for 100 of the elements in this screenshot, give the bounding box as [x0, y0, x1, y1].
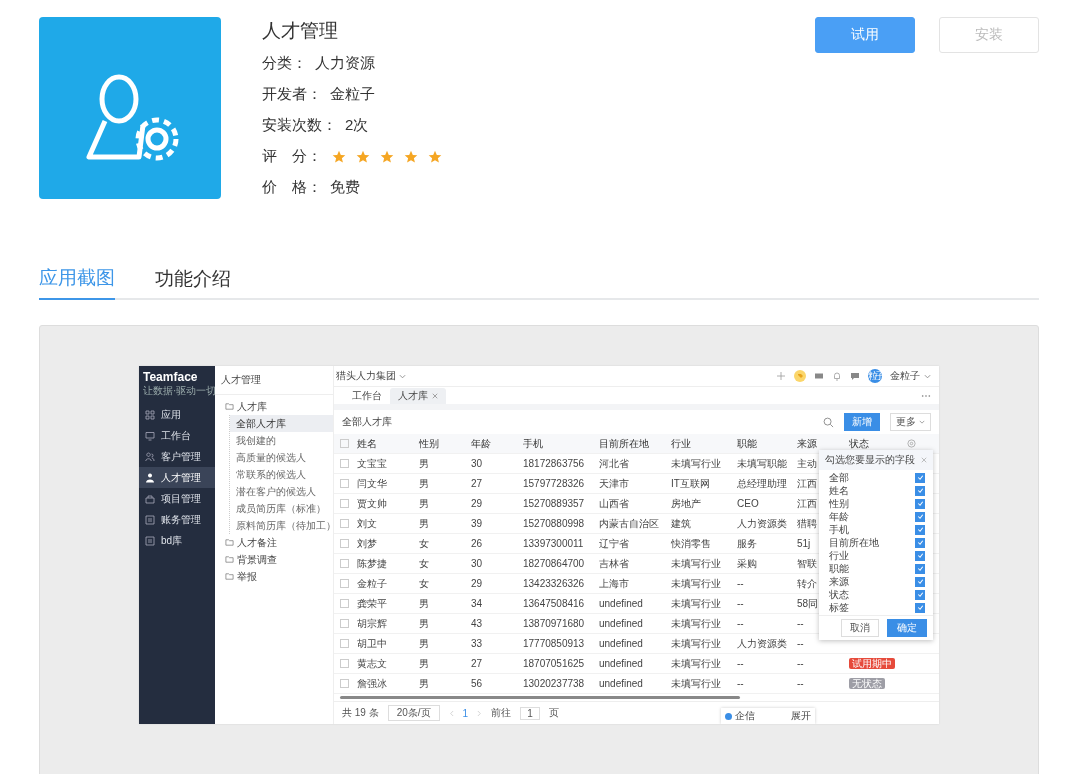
checkbox[interactable]	[915, 524, 925, 535]
app-icon	[39, 17, 221, 199]
checkbox[interactable]	[340, 659, 349, 668]
column-header[interactable]: 状态	[847, 436, 907, 451]
search-icon[interactable]	[823, 416, 834, 428]
checkbox[interactable]	[915, 472, 925, 483]
prev-icon[interactable]	[448, 709, 454, 717]
table-cell: 总经理助理	[737, 477, 787, 489]
column-header[interactable]: 手机	[521, 436, 597, 451]
table-cell: 29	[471, 498, 483, 509]
close-icon[interactable]	[432, 393, 438, 399]
table-cell: 未填写行业	[671, 677, 721, 689]
checkbox[interactable]	[915, 589, 925, 600]
tree-item[interactable]: 人才库	[215, 398, 333, 415]
settings-icon[interactable]	[907, 439, 916, 448]
tree-item[interactable]: 我创建的	[230, 432, 333, 449]
checkbox[interactable]	[340, 439, 349, 448]
table-cell: 29	[471, 578, 483, 589]
expand-toggle[interactable]: 展开	[791, 709, 811, 723]
table-cell: 服务	[737, 537, 757, 549]
checkbox[interactable]	[915, 498, 925, 509]
plus-icon[interactable]	[776, 371, 786, 381]
field-value: 人力资源	[315, 54, 375, 73]
table-cell: --	[737, 578, 744, 589]
nav-item[interactable]: bd库	[139, 530, 215, 551]
chat-icon[interactable]	[850, 371, 860, 381]
column-header[interactable]: 目前所在地	[597, 436, 669, 451]
checkbox[interactable]	[340, 479, 349, 488]
nav-item[interactable]: 人才管理	[139, 467, 215, 488]
chat-bar[interactable]: 企信 展开	[721, 708, 815, 724]
checkbox[interactable]	[915, 485, 925, 496]
tree-item[interactable]: 全部人才库	[230, 415, 333, 432]
checkbox[interactable]	[915, 576, 925, 587]
goto-field[interactable]: 1	[520, 706, 540, 720]
checkbox[interactable]	[340, 619, 349, 628]
mail-icon[interactable]	[814, 371, 824, 381]
tree-item[interactable]: 高质量的候选人	[230, 449, 333, 466]
checkbox[interactable]	[340, 559, 349, 568]
checkbox[interactable]	[915, 563, 925, 574]
field-label: 价 格：	[262, 178, 322, 197]
page-tab[interactable]: 工作台	[344, 388, 390, 404]
user-name[interactable]: 金粒子	[890, 369, 920, 383]
column-header[interactable]: 性别	[417, 436, 469, 451]
checkbox[interactable]	[340, 579, 349, 588]
table-cell: 主动	[797, 457, 817, 469]
nav-item[interactable]: 应用	[139, 404, 215, 425]
tree-item[interactable]: 常联系的候选人	[230, 466, 333, 483]
more-icon[interactable]	[921, 393, 931, 398]
next-icon[interactable]	[477, 709, 483, 717]
checkbox[interactable]	[915, 537, 925, 548]
table-cell: 女	[419, 577, 429, 589]
table-cell: 江西	[797, 477, 817, 489]
page-number[interactable]: 1	[462, 707, 469, 719]
tree-item[interactable]: 人才备注	[215, 534, 333, 551]
tab[interactable]: 功能介绍	[155, 258, 231, 300]
nav-item[interactable]: 项目管理	[139, 488, 215, 509]
checkbox[interactable]	[915, 511, 925, 522]
table-cell: 男	[419, 517, 429, 529]
checkbox[interactable]	[915, 602, 925, 613]
cancel-button[interactable]: 取消	[841, 619, 879, 637]
tree-item[interactable]: 潜在客户的候选人	[230, 483, 333, 500]
bell-icon[interactable]	[832, 371, 842, 381]
column-header[interactable]: 职能	[735, 436, 795, 451]
table-cell: 转介	[797, 577, 817, 589]
table-cell: 智联	[797, 557, 817, 569]
checkbox[interactable]	[340, 499, 349, 508]
doc-icon	[145, 535, 155, 546]
column-header[interactable]: 年龄	[469, 436, 521, 451]
nav-item[interactable]: 工作台	[139, 425, 215, 446]
table-cell: 内蒙古自治区	[599, 517, 659, 529]
close-icon[interactable]	[921, 457, 927, 463]
tree-item[interactable]: 背景调查	[215, 551, 333, 568]
column-header[interactable]: 来源	[795, 436, 847, 451]
checkbox[interactable]	[340, 539, 349, 548]
tree-item[interactable]: 举报	[215, 568, 333, 585]
column-header[interactable]: 行业	[669, 436, 735, 451]
checkbox[interactable]	[340, 599, 349, 608]
table-cell: 13020237738	[523, 678, 585, 689]
tree-item[interactable]: 成员简历库（标准）	[230, 500, 333, 517]
nav-item[interactable]: 客户管理	[139, 446, 215, 467]
table-cell: undefined	[599, 598, 643, 609]
table-cell: 33	[471, 638, 483, 649]
more-button[interactable]: 更多	[890, 413, 931, 431]
field-label: 评 分：	[262, 147, 322, 166]
table-cell: 男	[419, 477, 429, 489]
tag-icon[interactable]	[794, 370, 806, 382]
box-icon	[145, 493, 155, 504]
page-tab[interactable]: 人才库	[390, 388, 446, 404]
checkbox[interactable]	[340, 679, 349, 688]
nav-item[interactable]: 账务管理	[139, 509, 215, 530]
checkbox[interactable]	[915, 550, 925, 561]
org-dropdown[interactable]: 猎头人力集团	[336, 369, 396, 383]
column-header[interactable]: 姓名	[355, 436, 417, 451]
tree-item[interactable]: 原料简历库（待加工）	[230, 517, 333, 534]
table-cell: 龚荣平	[357, 597, 387, 609]
page-size-select[interactable]: 20条/页	[387, 705, 440, 721]
checkbox[interactable]	[340, 519, 349, 528]
folder-icon	[225, 402, 234, 411]
checkbox[interactable]	[340, 639, 349, 648]
checkbox[interactable]	[340, 459, 349, 468]
